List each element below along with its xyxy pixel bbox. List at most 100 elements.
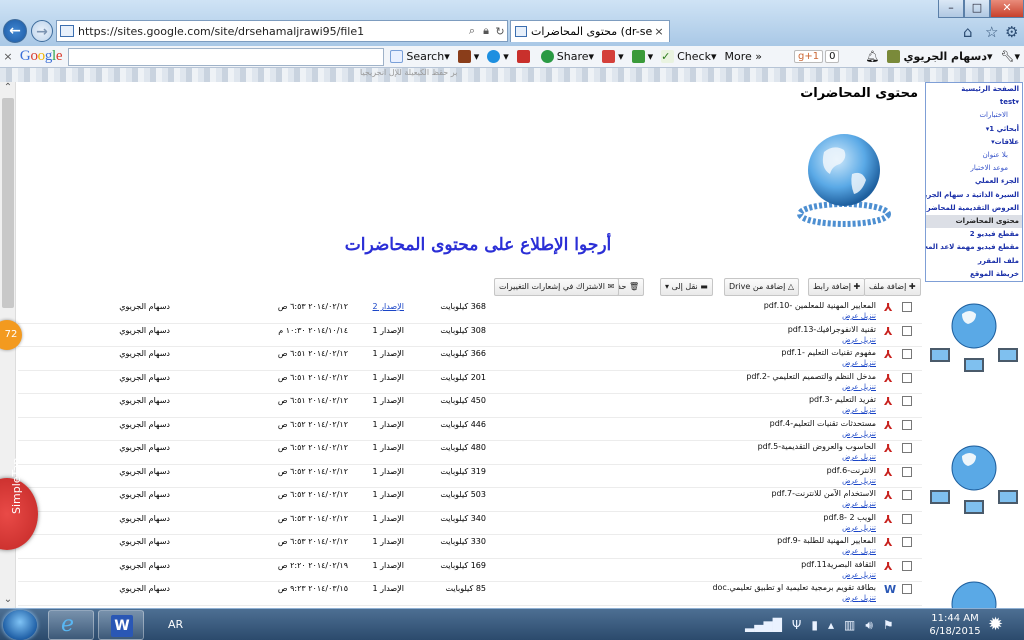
sidebar-nav-item[interactable]: بلا عنوان: [926, 149, 1022, 162]
add-from-drive-button[interactable]: △ إضافة من Drive: [724, 278, 800, 296]
system-clock[interactable]: 11:44 AM 6/18/2015: [924, 612, 986, 638]
sidebar-nav-item[interactable]: ملف المقرر: [926, 255, 1022, 268]
file-checkbox[interactable]: [902, 466, 912, 477]
toolbar-plus[interactable]: ▾: [487, 50, 509, 63]
user-account[interactable]: دسهام الجريوي ▾: [887, 50, 993, 63]
url-text[interactable]: https://sites.google.com/site/drsehamalj…: [78, 25, 465, 38]
file-row[interactable]: ⅄ مدخل النظم والتصميم التعليمي -2.pdf تنزي…: [18, 371, 922, 394]
google-search-input[interactable]: [68, 47, 385, 66]
language-indicator[interactable]: AR: [168, 618, 183, 631]
flag-icon[interactable]: ⚑: [883, 618, 894, 632]
refresh-icon[interactable]: ↻: [493, 25, 507, 38]
view-link[interactable]: عرض: [842, 453, 859, 461]
view-link[interactable]: عرض: [842, 336, 859, 344]
file-checkbox[interactable]: [902, 513, 912, 524]
sidebar-nav-item[interactable]: أبحاثي 1▾: [926, 123, 1022, 136]
internet-explorer-taskbar-button[interactable]: e: [48, 610, 94, 640]
word-taskbar-button[interactable]: W: [98, 610, 144, 640]
signal-bars-icon[interactable]: ▂▄▆█: [745, 618, 782, 632]
file-name-link[interactable]: المعايير المهنية للمعلمين -10.pdf: [764, 301, 876, 310]
start-button[interactable]: [3, 610, 37, 640]
google-search-button[interactable]: Search ▾: [390, 50, 450, 63]
file-name-link[interactable]: المعايير المهنية للطلبة -9.pdf: [777, 536, 876, 545]
file-row[interactable]: W بطاقة تقويم برمجية تعليمية او تطبيق تعل…: [18, 582, 922, 606]
browser-tab[interactable]: محتوى المحاضرات (dr-seham ... ×: [510, 20, 670, 42]
file-row[interactable]: ⅄ تقنية الانفوجرافيك-13.pdf تنزيل عرض 308 ك…: [18, 324, 922, 347]
download-link[interactable]: تنزيل: [861, 524, 876, 532]
check-button[interactable]: ✓ Check ▾: [661, 50, 717, 63]
file-row[interactable]: ⅄ المعايير المهنية للمعلمين -10.pdf تنزيل …: [18, 300, 922, 324]
move-to-button[interactable]: ▬ نقل إلى ▾: [660, 278, 713, 296]
download-link[interactable]: تنزيل: [861, 359, 876, 367]
home-icon[interactable]: ⌂: [963, 23, 973, 41]
scroll-down-arrow-icon[interactable]: ⌄: [0, 594, 16, 608]
view-link[interactable]: عرض: [842, 312, 859, 320]
file-name-link[interactable]: الحاسوب والعروض التقديمية-5.pdf: [758, 442, 876, 451]
file-name-link[interactable]: تقنية الانفوجرافيك-13.pdf: [788, 325, 876, 334]
download-link[interactable]: تنزيل: [861, 312, 876, 320]
brightness-gear-icon[interactable]: ✹: [988, 614, 1003, 635]
view-link[interactable]: عرض: [842, 547, 859, 555]
view-link[interactable]: عرض: [842, 571, 859, 579]
toolbar-extension[interactable]: ▾: [457, 50, 479, 63]
view-link[interactable]: عرض: [842, 524, 859, 532]
toolbar-close-icon[interactable]: ×: [2, 50, 14, 63]
address-bar[interactable]: https://sites.google.com/site/drsehamalj…: [56, 20, 508, 42]
toolbar-green[interactable]: ▾: [631, 50, 653, 63]
file-row[interactable]: ⅄ الويب 2 -8.pdf تنزيل عرض 340 كيلوبايت الإص…: [18, 512, 922, 535]
sidebar-nav-item[interactable]: الجزء العملي: [926, 175, 1022, 188]
maximize-button[interactable]: □: [964, 0, 990, 18]
view-link[interactable]: عرض: [842, 359, 859, 367]
close-window-button[interactable]: ✕: [990, 0, 1024, 18]
download-link[interactable]: تنزيل: [861, 383, 876, 391]
file-name-link[interactable]: الاستخدام الآمن للانترنت-7.pdf: [771, 489, 876, 498]
file-name-link[interactable]: مفهوم تقنيات التعليم -1.pdf: [781, 348, 876, 357]
download-link[interactable]: تنزيل: [861, 594, 876, 602]
file-checkbox[interactable]: [902, 584, 912, 594]
more-button[interactable]: More »: [725, 50, 763, 63]
file-row[interactable]: ⅄ المعايير المهنية للطلبة -9.pdf تنزيل عرض…: [18, 535, 922, 559]
add-link-button[interactable]: ✚ إضافة رابط: [808, 278, 866, 296]
scroll-up-arrow-icon[interactable]: ⌃: [0, 82, 16, 96]
file-checkbox[interactable]: [902, 419, 912, 430]
sidebar-nav-item[interactable]: مقطع فيديو 2: [926, 228, 1022, 241]
view-link[interactable]: عرض: [842, 406, 859, 414]
sidebar-nav-item[interactable]: الصفحة الرئيسية: [926, 83, 1022, 96]
file-checkbox[interactable]: [902, 302, 912, 312]
download-link[interactable]: تنزيل: [861, 453, 876, 461]
file-checkbox[interactable]: [902, 537, 912, 547]
volume-icon[interactable]: 🔊︎: [865, 618, 873, 633]
wrench-icon[interactable]: 🔧︎▾: [1001, 50, 1021, 63]
file-row[interactable]: ⅄ الثقافة البصرية11.pdf تنزيل عرض 169 كيلوب…: [18, 559, 922, 582]
sidebar-nav-item[interactable]: موعد الاختبار: [926, 162, 1022, 175]
sidebar-nav-item[interactable]: العروض التقديمية للمحاضرات: [926, 202, 1022, 215]
minimize-button[interactable]: –: [938, 0, 964, 18]
file-row[interactable]: ⅄ مفهوم تقنيات التعليم -1.pdf تنزيل عرض 366…: [18, 347, 922, 371]
file-row[interactable]: ⅄ الحاسوب والعروض التقديمية-5.pdf تنزيل عر…: [18, 441, 922, 465]
scroll-thumb[interactable]: [2, 98, 14, 308]
view-link[interactable]: عرض: [842, 430, 859, 438]
file-checkbox[interactable]: [902, 443, 912, 453]
file-name-link[interactable]: مدخل النظم والتصميم التعليمي -2.pdf: [746, 372, 876, 381]
favorites-star-icon[interactable]: ☆: [985, 23, 998, 41]
forward-button[interactable]: →: [31, 20, 53, 42]
search-icon[interactable]: ⌕: [465, 24, 479, 38]
file-checkbox[interactable]: [902, 560, 912, 571]
file-row[interactable]: ⅄ الاستخدام الآمن للانترنت-7.pdf تنزيل عرض…: [18, 488, 922, 512]
sidebar-nav-item[interactable]: ▾test: [926, 96, 1022, 109]
tab-close-icon[interactable]: ×: [653, 25, 665, 38]
file-checkbox[interactable]: [902, 396, 912, 406]
sidebar-nav-item[interactable]: علاقات▾: [926, 136, 1022, 149]
sidebar-nav-item[interactable]: محتوى المحاضرات: [926, 215, 1022, 229]
antenna-icon[interactable]: Ψ: [792, 618, 801, 632]
file-name-link[interactable]: الانترنت-6.pdf: [827, 466, 876, 475]
toolbar-translate[interactable]: [516, 50, 533, 63]
view-link[interactable]: عرض: [842, 477, 859, 485]
sidebar-nav-item[interactable]: السيرة الذاتية د سهام الجريوي: [926, 189, 1022, 202]
file-row[interactable]: ⅄ تفريد التعليم -3.pdf تنزيل عرض 450 كيلوبا…: [18, 394, 922, 418]
file-name-link[interactable]: تفريد التعليم -3.pdf: [809, 395, 876, 404]
gplus-button[interactable]: g+1 0: [794, 50, 840, 63]
file-checkbox[interactable]: [902, 490, 912, 500]
toolbar-flag[interactable]: ▾: [602, 50, 624, 63]
download-link[interactable]: تنزيل: [861, 571, 876, 579]
